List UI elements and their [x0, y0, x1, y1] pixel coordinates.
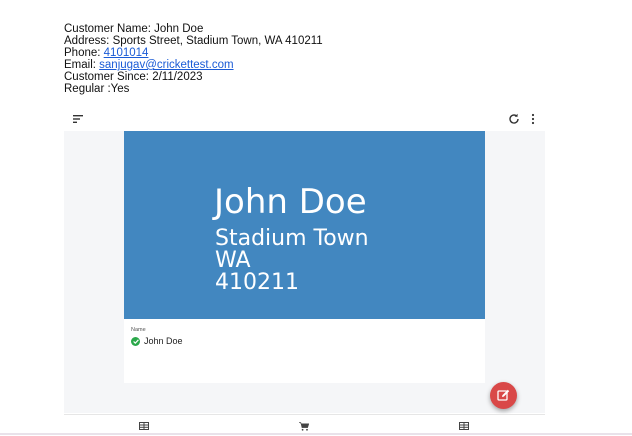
email-link[interactable]: sanjugav@crickettest.com [99, 59, 233, 71]
refresh-icon[interactable] [506, 111, 522, 127]
phone-link[interactable]: 4101014 [104, 47, 149, 59]
phone-label: Phone: [64, 47, 104, 59]
check-circle-icon [131, 336, 140, 346]
card-banner: John Doe Stadium Town WA 410211 [124, 131, 485, 319]
nav-cart-button[interactable] [297, 419, 311, 433]
card-title: John Doe [214, 182, 367, 222]
table-icon [139, 422, 149, 430]
customer-since: Customer Since: 2/11/2023 [64, 71, 203, 83]
field-label: Name [131, 327, 146, 333]
name-field: Name John Doe [131, 327, 183, 346]
more-vert-icon[interactable] [525, 111, 541, 127]
card-address-line: WA [215, 248, 251, 273]
cart-icon [299, 421, 309, 431]
customer-name: Customer Name: John Doe [64, 23, 204, 35]
nav-table-button[interactable] [137, 419, 151, 433]
card-address: Stadium Town WA 410211 [215, 228, 369, 294]
sort-icon[interactable] [70, 111, 86, 127]
edit-fab-button[interactable] [490, 382, 517, 409]
card-toolbar [64, 108, 545, 130]
customer-email-row: Email: sanjugav@crickettest.com [64, 59, 323, 71]
customer-phone-row: Phone: 4101014 [64, 47, 323, 59]
card-address-line: 410211 [215, 270, 299, 295]
customer-info: Customer Name: John Doe Address: Sports … [64, 23, 323, 95]
card-viewer: John Doe Stadium Town WA 410211 Name Joh… [64, 131, 545, 413]
field-value-row: John Doe [131, 336, 183, 346]
nav-table-button[interactable] [457, 419, 471, 433]
customer-address: Address: Sports Street, Stadium Town, WA… [64, 35, 323, 47]
edit-icon [497, 389, 510, 401]
email-label: Email: [64, 59, 100, 71]
customer-regular: Regular :Yes [64, 83, 130, 95]
card-address-line: Stadium Town [215, 226, 369, 251]
field-value: John Doe [144, 336, 183, 346]
table-icon [459, 422, 469, 430]
customer-card[interactable]: John Doe Stadium Town WA 410211 Name Joh… [124, 131, 485, 383]
